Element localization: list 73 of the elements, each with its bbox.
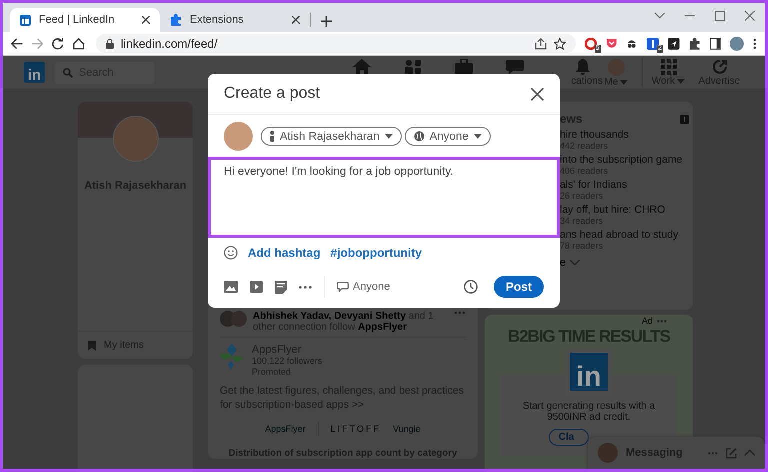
address-bar[interactable]: linkedin.com/feed/ <box>96 34 576 53</box>
new-tab-icon[interactable] <box>321 16 332 27</box>
globe-icon <box>414 131 425 142</box>
news-headline[interactable]: hire thousands <box>560 129 689 141</box>
hashtag-link[interactable]: #jobopportunity <box>330 246 422 260</box>
video-icon[interactable] <box>250 281 263 293</box>
spy-icon[interactable] <box>626 38 638 50</box>
dialog-title: Create a post <box>224 85 320 103</box>
caret-icon <box>384 134 393 139</box>
add-hashtag-link[interactable]: Add hashtag <box>248 246 321 260</box>
avatar <box>112 116 158 162</box>
profile-avatar[interactable] <box>730 36 744 50</box>
avatar <box>598 443 618 463</box>
lock-icon <box>106 38 114 48</box>
partner-logo: AppsFlyer <box>265 424 306 434</box>
star-icon[interactable] <box>554 38 566 50</box>
caret-icon <box>677 79 686 84</box>
emoji-icon[interactable] <box>224 246 238 260</box>
minimize-icon[interactable] <box>685 15 695 17</box>
share-icon[interactable] <box>534 38 547 50</box>
home-icon[interactable] <box>73 38 85 50</box>
reload-icon[interactable] <box>52 38 64 50</box>
clock-icon[interactable] <box>464 280 478 294</box>
news-headline[interactable]: als' for Indians <box>560 179 689 191</box>
maximize-icon[interactable] <box>715 11 725 21</box>
comment-icon <box>337 282 349 292</box>
document-icon[interactable] <box>275 280 287 294</box>
company-logo-icon <box>220 344 244 370</box>
back-icon[interactable] <box>11 38 23 50</box>
sidebar-icon[interactable] <box>710 38 722 50</box>
news-headline[interactable]: lay off, but hire: CHRO <box>560 204 689 216</box>
more-icon[interactable] <box>299 286 312 288</box>
avatar <box>231 311 247 327</box>
close-icon[interactable] <box>292 16 300 24</box>
avatar <box>224 122 253 151</box>
caret-icon <box>620 80 628 85</box>
briefcase-icon[interactable] <box>454 59 472 75</box>
ad-text: Start generating results with a 9500INR ad credit. <box>522 401 656 423</box>
partner-logo: Vungle <box>393 424 421 434</box>
menu-icon[interactable] <box>753 38 757 50</box>
chevron-down-icon[interactable] <box>655 13 665 19</box>
post-text-field[interactable]: Hi everyone! I'm looking for a job opportunity. <box>208 157 560 238</box>
close-button[interactable] <box>529 86 546 102</box>
audience-dropdown[interactable]: Anyone <box>404 127 491 146</box>
extension-icon[interactable] <box>584 38 597 50</box>
comment-setting-button[interactable]: Anyone <box>337 281 390 293</box>
close-icon[interactable] <box>745 11 755 21</box>
browser-tab[interactable]: Extensions <box>160 8 310 32</box>
search-icon <box>63 68 73 78</box>
browser-tab[interactable]: Feed | LinkedIn <box>10 8 160 32</box>
news-headline[interactable]: into the subscription game <box>560 154 689 166</box>
show-more-link[interactable]: e <box>560 257 566 269</box>
info-icon <box>680 114 689 124</box>
close-icon <box>531 88 544 100</box>
caret-icon <box>474 134 482 139</box>
puzzle-icon[interactable] <box>688 38 701 50</box>
partner-logo: LIFTOFF <box>330 424 382 434</box>
puzzle-icon <box>170 14 182 26</box>
ad-label: Ad <box>642 316 653 326</box>
news-headline[interactable]: ans head abroad to study <box>560 229 689 241</box>
chat-icon[interactable] <box>506 59 524 75</box>
pocket-icon[interactable] <box>606 38 618 50</box>
extension-icon[interactable] <box>647 38 660 50</box>
close-icon[interactable] <box>142 16 150 24</box>
site-icon <box>20 14 31 26</box>
author-dropdown[interactable]: Atish Rajasekharan <box>261 127 402 146</box>
home-icon[interactable] <box>352 59 370 75</box>
send-icon[interactable] <box>668 38 680 50</box>
people-icon[interactable] <box>404 59 422 75</box>
person-icon <box>270 131 275 142</box>
logo[interactable]: in <box>24 62 45 83</box>
image-icon[interactable] <box>224 281 238 293</box>
post-button[interactable]: Post <box>494 276 544 298</box>
